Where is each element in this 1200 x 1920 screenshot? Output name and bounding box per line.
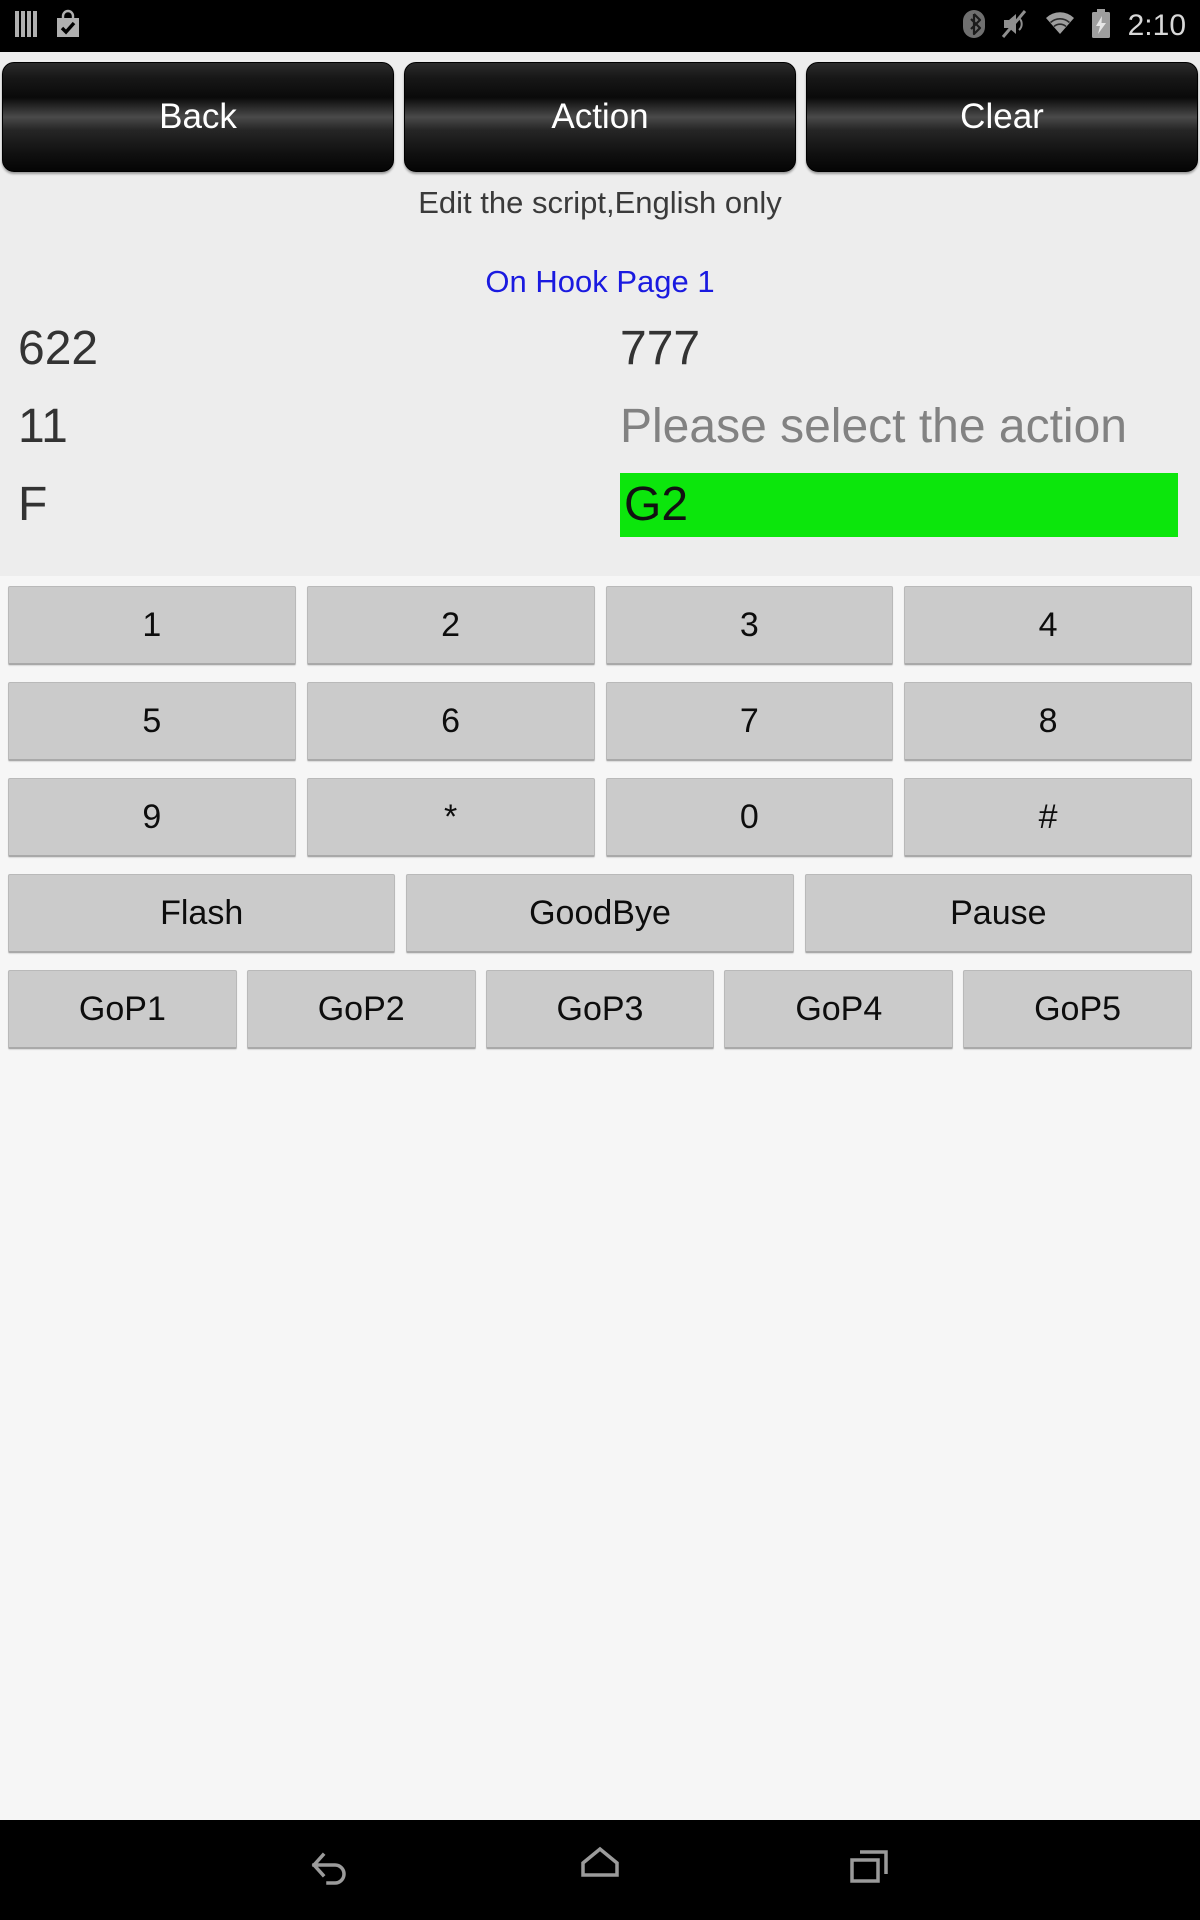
script-index-value[interactable]: 622: [0, 325, 620, 373]
keypad-row-1: 1 2 3 4: [0, 586, 1200, 665]
wifi-icon: [1044, 10, 1076, 43]
key-star[interactable]: *: [306, 778, 595, 857]
status-bar: 2:10: [0, 0, 1200, 52]
key-2[interactable]: 2: [306, 586, 595, 665]
status-bar-left-icons: [14, 8, 82, 45]
status-bar-clock: 2:10: [1127, 9, 1186, 42]
recents-icon: [841, 1839, 899, 1902]
key-4[interactable]: 4: [904, 586, 1192, 665]
keypad-row-3: 9 * 0 #: [0, 778, 1200, 857]
bluetooth-icon: [962, 8, 986, 45]
status-bar-right-icons: 2:10: [962, 8, 1186, 45]
nav-back-button[interactable]: [283, 1823, 378, 1918]
script-row: 11 Please select the action: [0, 388, 1200, 466]
key-5[interactable]: 5: [8, 682, 296, 761]
pause-button[interactable]: Pause: [804, 874, 1192, 953]
script-row: F G2: [0, 466, 1200, 544]
volume-muted-icon: [1000, 9, 1030, 44]
gop4-button[interactable]: GoP4: [724, 970, 954, 1049]
function-row: Flash GoodBye Pause: [0, 874, 1200, 953]
nav-recents-button[interactable]: [823, 1823, 918, 1918]
script-row: 622 777: [0, 310, 1200, 388]
key-1[interactable]: 1: [8, 586, 296, 665]
goto-page-row: GoP1 GoP2 GoP3 GoP4 GoP5: [0, 970, 1200, 1049]
back-icon: [301, 1839, 359, 1902]
script-action-placeholder[interactable]: Please select the action: [620, 403, 1180, 451]
key-6[interactable]: 6: [306, 682, 595, 761]
page-title-link[interactable]: On Hook Page 1: [0, 264, 1200, 300]
nav-home-button[interactable]: [553, 1823, 648, 1918]
script-action-value[interactable]: 777: [620, 325, 1180, 373]
goodbye-button[interactable]: GoodBye: [406, 874, 794, 953]
play-store-bag-check-icon: [54, 8, 82, 45]
home-icon: [571, 1839, 629, 1902]
android-navigation-bar: [0, 1820, 1200, 1920]
gop2-button[interactable]: GoP2: [246, 970, 476, 1049]
clear-button[interactable]: Clear: [806, 62, 1198, 172]
hint-text: Edit the script,English only: [418, 185, 782, 220]
top-toolbar: Back Action Clear: [0, 62, 1200, 172]
action-button[interactable]: Action: [404, 62, 796, 172]
keypad-row-2: 5 6 7 8: [0, 682, 1200, 761]
key-9[interactable]: 9: [8, 778, 296, 857]
barcode-icon: [14, 9, 40, 44]
flash-button[interactable]: Flash: [8, 874, 396, 953]
gop5-button[interactable]: GoP5: [963, 970, 1192, 1049]
gop1-button[interactable]: GoP1: [8, 970, 237, 1049]
app-content: Back Action Clear Edit the script,Englis…: [0, 52, 1200, 1848]
key-hash[interactable]: #: [904, 778, 1192, 857]
key-3[interactable]: 3: [605, 586, 894, 665]
script-index-value[interactable]: F: [0, 481, 620, 529]
key-8[interactable]: 8: [904, 682, 1192, 761]
script-index-value[interactable]: 11: [0, 403, 620, 451]
key-7[interactable]: 7: [605, 682, 894, 761]
back-button[interactable]: Back: [2, 62, 394, 172]
battery-charging-icon: [1090, 8, 1112, 45]
gop3-button[interactable]: GoP3: [485, 970, 715, 1049]
key-0[interactable]: 0: [605, 778, 894, 857]
script-action-selected[interactable]: G2: [620, 473, 1178, 537]
